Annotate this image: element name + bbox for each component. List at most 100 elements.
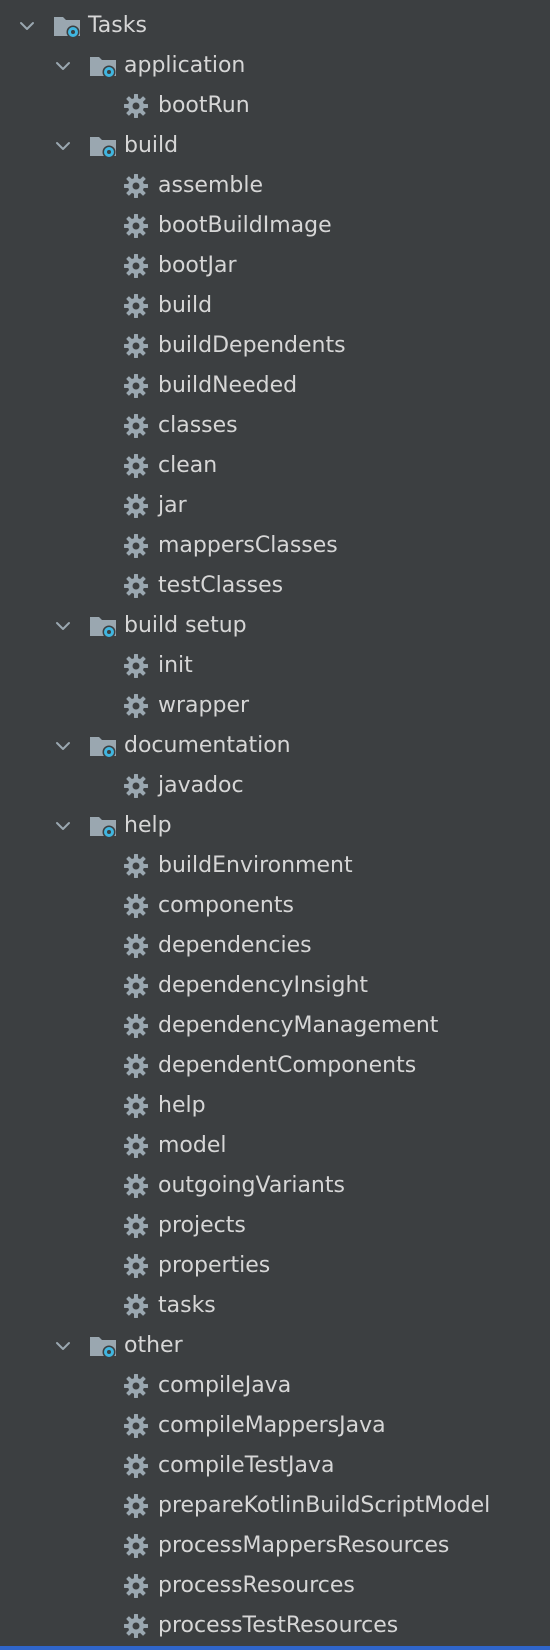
gear-icon: [122, 572, 150, 600]
gear-icon: [122, 252, 150, 280]
chevron-down-icon[interactable]: [50, 53, 76, 79]
tree-node-task[interactable]: bootRun: [0, 86, 550, 126]
tree-node-task[interactable]: jar: [0, 486, 550, 526]
tree-node-task[interactable]: bootBuildImage: [0, 206, 550, 246]
tree-node-group[interactable]: documentation: [0, 726, 550, 766]
tree-node-task[interactable]: compileJava: [0, 1366, 550, 1406]
gear-icon: [122, 652, 150, 680]
tree-root-label: Tasks: [88, 13, 147, 38]
gear-icon: [122, 172, 150, 200]
task-label: compileTestJava: [158, 1453, 335, 1478]
tree-node-task[interactable]: build: [0, 286, 550, 326]
gear-icon: [122, 1172, 150, 1200]
tree-node-group[interactable]: build setup: [0, 606, 550, 646]
task-label: javadoc: [158, 773, 244, 798]
gear-icon: [122, 1412, 150, 1440]
tree-node-task[interactable]: buildNeeded: [0, 366, 550, 406]
task-label: testClasses: [158, 573, 284, 598]
chevron-down-icon[interactable]: [14, 13, 40, 39]
task-folder-gear-icon: [88, 131, 118, 161]
tree-node-task[interactable]: prepareKotlinBuildScriptModel: [0, 1486, 550, 1526]
tree-node-task[interactable]: dependencyInsight: [0, 966, 550, 1006]
tree-node-task[interactable]: components: [0, 886, 550, 926]
task-label: classes: [158, 413, 238, 438]
task-label: build: [158, 293, 213, 318]
task-label: compileJava: [158, 1373, 292, 1398]
tree-node-task[interactable]: clean: [0, 446, 550, 486]
task-label: prepareKotlinBuildScriptModel: [158, 1493, 491, 1518]
chevron-down-icon[interactable]: [50, 733, 76, 759]
tree-node-task[interactable]: mappersClasses: [0, 526, 550, 566]
gear-icon: [122, 292, 150, 320]
task-label: processMappersResources: [158, 1533, 450, 1558]
gradle-task-tree: Tasks application bootRun build assemble boo…: [0, 6, 550, 1646]
tree-node-task[interactable]: processMappersResources: [0, 1526, 550, 1566]
tree-node-task[interactable]: wrapper: [0, 686, 550, 726]
selection-bar: [0, 1646, 550, 1650]
gear-icon: [122, 1132, 150, 1160]
gear-icon: [122, 1252, 150, 1280]
task-folder-gear-icon: [88, 51, 118, 81]
gear-icon: [122, 1452, 150, 1480]
chevron-down-icon[interactable]: [50, 613, 76, 639]
gear-icon: [122, 372, 150, 400]
task-folder-gear-icon: [88, 1331, 118, 1361]
group-label: build: [124, 133, 179, 158]
tree-node-root[interactable]: Tasks: [0, 6, 550, 46]
group-label: documentation: [124, 733, 291, 758]
gear-icon: [122, 852, 150, 880]
tree-node-task[interactable]: javadoc: [0, 766, 550, 806]
gear-icon: [122, 452, 150, 480]
tree-node-group[interactable]: help: [0, 806, 550, 846]
gear-icon: [122, 1492, 150, 1520]
tree-node-task[interactable]: dependencies: [0, 926, 550, 966]
chevron-down-icon[interactable]: [50, 1333, 76, 1359]
task-label: clean: [158, 453, 218, 478]
tree-node-task[interactable]: dependentComponents: [0, 1046, 550, 1086]
gear-icon: [122, 1092, 150, 1120]
gear-icon: [122, 1012, 150, 1040]
tree-node-group[interactable]: application: [0, 46, 550, 86]
tree-node-task[interactable]: buildDependents: [0, 326, 550, 366]
tree-node-task[interactable]: projects: [0, 1206, 550, 1246]
tree-node-task[interactable]: buildEnvironment: [0, 846, 550, 886]
task-label: model: [158, 1133, 227, 1158]
gear-icon: [122, 212, 150, 240]
task-folder-gear-icon: [52, 11, 82, 41]
tree-node-task[interactable]: assemble: [0, 166, 550, 206]
task-label: bootRun: [158, 93, 250, 118]
gear-icon: [122, 1572, 150, 1600]
task-label: mappersClasses: [158, 533, 338, 558]
tree-node-task[interactable]: processResources: [0, 1566, 550, 1606]
task-label: bootBuildImage: [158, 213, 332, 238]
task-label: outgoingVariants: [158, 1173, 345, 1198]
tree-node-group[interactable]: build: [0, 126, 550, 166]
group-label: other: [124, 1333, 183, 1358]
tree-node-task[interactable]: init: [0, 646, 550, 686]
task-label: projects: [158, 1213, 246, 1238]
task-label: components: [158, 893, 294, 918]
tree-node-task[interactable]: properties: [0, 1246, 550, 1286]
tree-node-group[interactable]: other: [0, 1326, 550, 1366]
tree-node-task[interactable]: testClasses: [0, 566, 550, 606]
task-label: buildDependents: [158, 333, 346, 358]
task-groups: application bootRun build assemble bootBuild…: [0, 46, 550, 1646]
task-folder-gear-icon: [88, 811, 118, 841]
task-label: dependencies: [158, 933, 312, 958]
tree-node-task[interactable]: model: [0, 1126, 550, 1166]
chevron-down-icon[interactable]: [50, 813, 76, 839]
tree-node-task[interactable]: processTestResources: [0, 1606, 550, 1646]
tree-node-task[interactable]: tasks: [0, 1286, 550, 1326]
gear-icon: [122, 92, 150, 120]
gear-icon: [122, 1372, 150, 1400]
tree-node-task[interactable]: help: [0, 1086, 550, 1126]
tree-node-task[interactable]: classes: [0, 406, 550, 446]
tree-node-task[interactable]: outgoingVariants: [0, 1166, 550, 1206]
tree-node-task[interactable]: dependencyManagement: [0, 1006, 550, 1046]
gear-icon: [122, 972, 150, 1000]
tree-node-task[interactable]: bootJar: [0, 246, 550, 286]
tree-node-task[interactable]: compileTestJava: [0, 1446, 550, 1486]
chevron-down-icon[interactable]: [50, 133, 76, 159]
task-label: dependencyManagement: [158, 1013, 439, 1038]
tree-node-task[interactable]: compileMappersJava: [0, 1406, 550, 1446]
